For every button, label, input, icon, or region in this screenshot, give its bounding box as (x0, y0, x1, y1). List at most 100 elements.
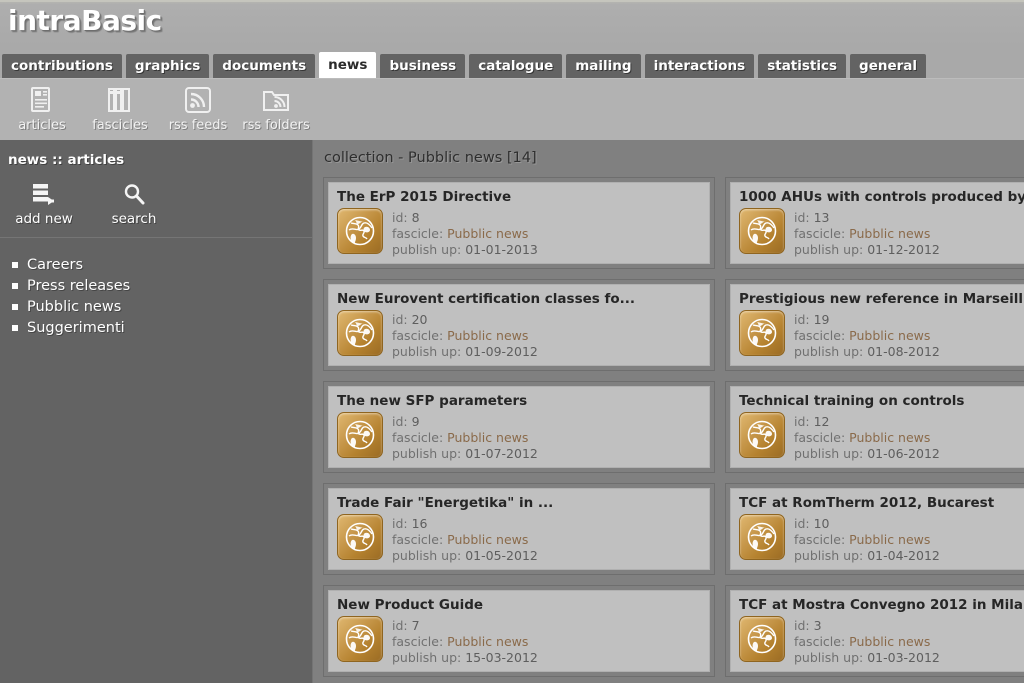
globe-icon (337, 412, 383, 458)
article-publish-row: publish up: 01-07-2012 (392, 446, 538, 462)
article-fascicle-value: Pubblic news (447, 226, 529, 241)
article-publish-row: publish up: 01-08-2012 (794, 344, 940, 360)
tab-news[interactable]: news (319, 52, 377, 78)
sidebar-action-add-new[interactable]: add new (14, 180, 74, 227)
article-meta: id: 20 fascicle: Pubblic news publish up: … (392, 310, 538, 360)
tab-mailing[interactable]: mailing (566, 54, 641, 78)
tab-contributions[interactable]: contributions (2, 54, 122, 78)
app-logo: intraBasic (8, 4, 162, 37)
article-meta: id: 3 fascicle: Pubblic news publish up: 0… (794, 616, 940, 666)
content-area: collection - Pubblic news [14] The ErP 2… (313, 140, 1024, 683)
rss-folder-icon (262, 85, 290, 115)
tab-general[interactable]: general (850, 54, 927, 78)
globe-icon (739, 208, 785, 254)
globe-icon (337, 310, 383, 356)
logo-text-part1: intra (8, 4, 82, 37)
article-publish-value: 01-06-2012 (867, 446, 940, 461)
article-publish-row: publish up: 01-01-2013 (392, 242, 538, 258)
article-card[interactable]: The ErP 2015 Directive id: 8 fascicle: Pub… (323, 177, 715, 269)
tab-graphics[interactable]: graphics (125, 54, 210, 78)
article-fascicle-value: Pubblic news (447, 634, 529, 649)
globe-icon (337, 208, 383, 254)
tab-catalogue[interactable]: catalogue (469, 54, 563, 78)
article-id-value: 20 (411, 312, 428, 327)
article-card[interactable]: TCF at RomTherm 2012, Bucarest id: 10 fasc… (725, 483, 1024, 575)
article-id-label: id: (794, 210, 810, 225)
main-tab-bar: contributions graphics documents news busine… (0, 46, 1024, 78)
article-card-inner[interactable]: The new SFP parameters id: 9 fascicle: Pub… (328, 386, 710, 468)
tab-business[interactable]: business (380, 54, 466, 78)
article-icon (30, 85, 54, 115)
article-card-body: id: 9 fascicle: Pubblic news publish up: 0… (337, 412, 701, 462)
article-card[interactable]: 1000 AHUs with controls produced by TC id… (725, 177, 1024, 269)
article-card[interactable]: New Product Guide id: 7 fascicle: Pubblic … (323, 585, 715, 677)
article-publish-row: publish up: 01-05-2012 (392, 548, 538, 564)
sidebar-item-careers[interactable]: Careers (6, 254, 312, 275)
sidebar-action-label: add new (15, 211, 73, 227)
globe-icon (739, 616, 785, 662)
article-title: Technical training on controls (739, 393, 965, 409)
toolbar-item-articles[interactable]: articles (8, 83, 76, 133)
article-fascicle-row: fascicle: Pubblic news (794, 430, 940, 446)
article-fascicle-value: Pubblic news (447, 430, 529, 445)
globe-icon (337, 514, 383, 560)
article-card-body: id: 16 fascicle: Pubblic news publish up: … (337, 514, 701, 564)
article-fascicle-row: fascicle: Pubblic news (794, 226, 940, 242)
article-fascicle-row: fascicle: Pubblic news (392, 328, 538, 344)
article-card-inner[interactable]: Technical training on controls id: 12 fasc… (730, 386, 1024, 468)
article-fascicle-label: fascicle: (794, 532, 846, 547)
toolbar-item-fascicles[interactable]: fascicles (86, 83, 154, 133)
article-fascicle-value: Pubblic news (849, 328, 931, 343)
article-card-body: id: 3 fascicle: Pubblic news publish up: 0… (739, 616, 1024, 666)
article-id-label: id: (392, 312, 408, 327)
article-publish-row: publish up: 01-09-2012 (392, 344, 538, 360)
article-id-value: 3 (813, 618, 822, 633)
article-card-inner[interactable]: New Eurovent certification classes fo...… (328, 284, 710, 366)
article-id-value: 13 (813, 210, 830, 225)
article-card[interactable]: TCF at Mostra Convegno 2012 in Milan id: … (725, 585, 1024, 677)
article-id-row: id: 12 (794, 414, 940, 430)
article-card[interactable]: Trade Fair "Energetika" in ... id: 16 fasc… (323, 483, 715, 575)
article-title: New Product Guide (337, 597, 484, 613)
article-card-inner[interactable]: TCF at RomTherm 2012, Bucarest id: 10 fasc… (730, 488, 1024, 570)
article-publish-value: 01-08-2012 (867, 344, 940, 359)
article-id-label: id: (392, 210, 408, 225)
article-fascicle-label: fascicle: (794, 430, 846, 445)
toolbar-item-rss-feeds[interactable]: rss feeds (164, 83, 232, 133)
article-card-inner[interactable]: TCF at Mostra Convegno 2012 in Milan id: … (730, 590, 1024, 672)
section-toolbar: articles fascicles rss feeds rss folders (0, 78, 1024, 140)
article-meta: id: 12 fascicle: Pubblic news publish up: … (794, 412, 940, 462)
article-card[interactable]: Technical training on controls id: 12 fasc… (725, 381, 1024, 473)
tab-documents[interactable]: documents (213, 54, 316, 78)
article-publish-row: publish up: 15-03-2012 (392, 650, 538, 666)
article-title: 1000 AHUs with controls produced by TC (739, 189, 1024, 205)
article-publish-label: publish up: (392, 446, 462, 461)
app-header: intraBasic (0, 0, 1024, 46)
toolbar-item-label: rss folders (242, 118, 310, 133)
article-fascicle-value: Pubblic news (849, 430, 931, 445)
tab-statistics[interactable]: statistics (758, 54, 847, 78)
article-id-row: id: 8 (392, 210, 538, 226)
article-card-inner[interactable]: New Product Guide id: 7 fascicle: Pubblic … (328, 590, 710, 672)
sidebar-action-search[interactable]: search (104, 180, 164, 227)
article-meta: id: 9 fascicle: Pubblic news publish up: 0… (392, 412, 538, 462)
article-title: New Eurovent certification classes fo... (337, 291, 636, 307)
article-card-grid: The ErP 2015 Directive id: 8 fascicle: Pub… (313, 166, 1024, 683)
tab-interactions[interactable]: interactions (644, 54, 755, 78)
article-card[interactable]: New Eurovent certification classes fo...… (323, 279, 715, 371)
sidebar-item-press-releases[interactable]: Press releases (6, 275, 312, 296)
toolbar-item-label: rss feeds (168, 118, 228, 133)
toolbar-item-rss-folders[interactable]: rss folders (242, 83, 310, 133)
article-card[interactable]: The new SFP parameters id: 9 fascicle: Pub… (323, 381, 715, 473)
article-fascicle-row: fascicle: Pubblic news (392, 634, 538, 650)
article-id-label: id: (794, 516, 810, 531)
article-card-inner[interactable]: The ErP 2015 Directive id: 8 fascicle: Pub… (328, 182, 710, 264)
article-card-inner[interactable]: Trade Fair "Energetika" in ... id: 16 fasc… (328, 488, 710, 570)
article-card-body: id: 8 fascicle: Pubblic news publish up: 0… (337, 208, 701, 258)
sidebar-item-suggerimenti[interactable]: Suggerimenti (6, 317, 312, 338)
article-card-inner[interactable]: 1000 AHUs with controls produced by TC id… (730, 182, 1024, 264)
article-card-inner[interactable]: Prestigious new reference in Marseill...… (730, 284, 1024, 366)
article-id-row: id: 7 (392, 618, 538, 634)
article-card[interactable]: Prestigious new reference in Marseill...… (725, 279, 1024, 371)
sidebar-item-pubblic-news[interactable]: Pubblic news (6, 296, 312, 317)
